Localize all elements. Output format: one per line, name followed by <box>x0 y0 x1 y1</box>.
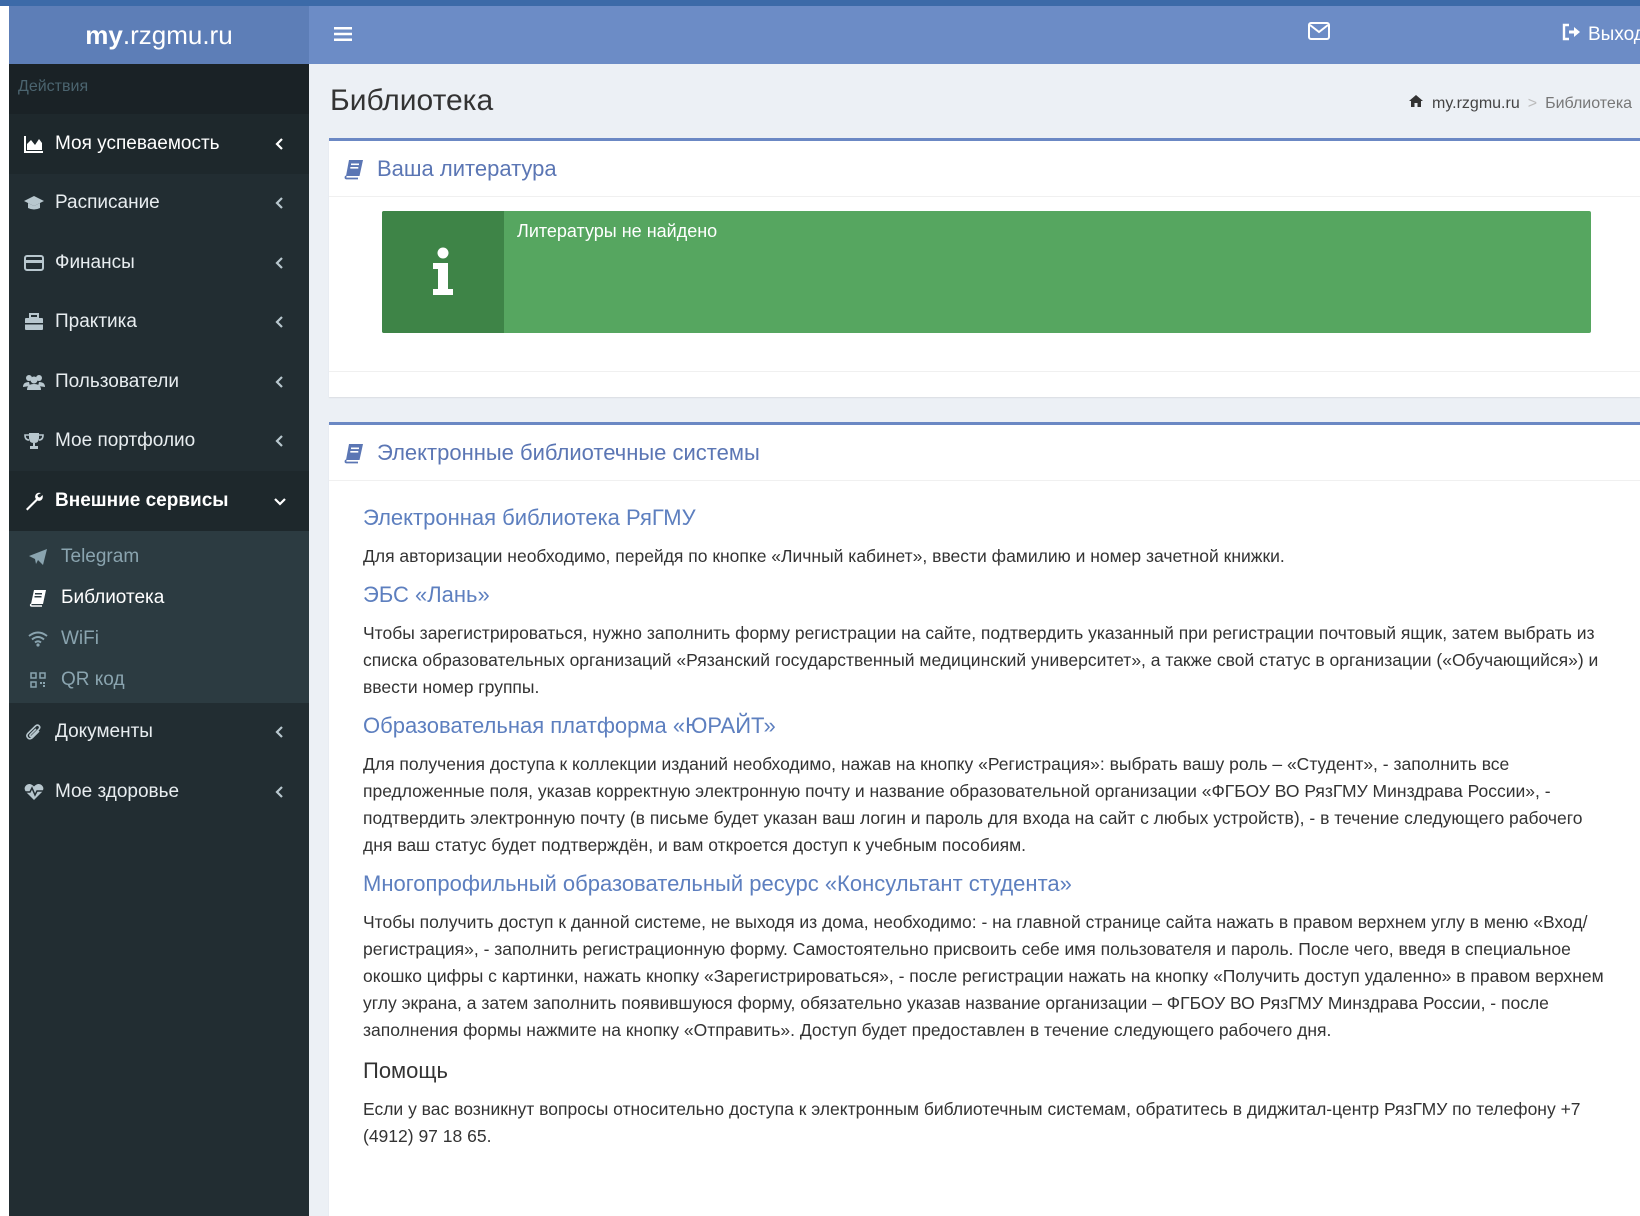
app-root: my .rzgmu.ru Выход Действия Моя успеваемо… <box>0 0 1640 1216</box>
sidebar-item-label: Мое портфолио <box>55 430 196 452</box>
subitem-label: Telegram <box>61 546 140 567</box>
hamburger-menu-icon[interactable] <box>329 20 357 48</box>
wifi-icon <box>27 628 49 650</box>
sidebar-item-practice[interactable]: Практика <box>9 293 309 353</box>
book-icon <box>344 159 363 179</box>
book-icon <box>27 587 49 609</box>
wrench-icon <box>23 490 45 512</box>
top-navbar: Выход <box>309 6 1640 64</box>
qrcode-icon <box>27 669 49 691</box>
literature-box-header: Ваша литература <box>329 141 1640 197</box>
library-desc-student-consultant: Чтобы получить доступ к данной системе, … <box>363 912 1604 1040</box>
sidebar-item-documents[interactable]: Документы <box>9 703 309 763</box>
paperclip-icon <box>23 721 45 743</box>
chevron-down-icon <box>274 497 286 506</box>
library-desc-urait: Для получения доступа к коллекции издани… <box>363 754 1583 855</box>
logout-button[interactable]: Выход <box>1562 20 1640 50</box>
window-left-strip <box>0 6 9 1216</box>
sidebar-header: Действия <box>9 64 309 114</box>
chevron-left-icon <box>275 316 283 329</box>
sidebar-item-portfolio[interactable]: Мое портфолио <box>9 412 309 472</box>
chevron-left-icon <box>275 726 283 739</box>
graduation-cap-icon <box>23 192 45 214</box>
sidebar-subitem-qr[interactable]: QR код <box>9 660 309 701</box>
chevron-left-icon <box>275 375 283 388</box>
box-footer-divider <box>329 371 1640 372</box>
sidebar-item-external-services[interactable]: Внешние сервисы <box>9 471 309 531</box>
library-systems-box-header: Электронные библиотечные системы <box>329 425 1640 481</box>
sidebar-item-label: Мое здоровье <box>55 780 180 802</box>
library-desc-rzgmu: Для авторизации необходимо, перейдя по к… <box>363 546 1285 566</box>
library-systems-box-title: Электронные библиотечные системы <box>377 439 760 465</box>
sidebar-item-users[interactable]: Пользователи <box>9 352 309 412</box>
chevron-left-icon <box>275 137 283 150</box>
sidebar: Действия Моя успеваемость Расписание Фин… <box>9 64 309 1216</box>
chevron-left-icon <box>275 197 283 210</box>
external-services-submenu: Telegram Библиотека WiFi QR код <box>9 530 309 703</box>
help-heading: Помощь <box>363 1058 448 1083</box>
chart-area-icon <box>23 133 45 155</box>
logo-rest-text: .rzgmu.ru <box>122 19 233 50</box>
breadcrumb-separator: > <box>1527 94 1538 112</box>
subitem-label: QR код <box>61 669 125 690</box>
heartbeat-icon <box>23 781 45 803</box>
home-icon <box>1408 94 1424 113</box>
sidebar-subitem-telegram[interactable]: Telegram <box>9 537 309 578</box>
users-icon <box>23 371 45 393</box>
logout-label: Выход <box>1588 24 1640 45</box>
sidebar-item-label: Расписание <box>55 192 160 214</box>
literature-box-title: Ваша литература <box>377 155 557 181</box>
sidebar-item-label: Моя успеваемость <box>55 132 220 154</box>
subitem-label: Библиотека <box>61 587 165 608</box>
breadcrumb-home-link[interactable]: my.rzgmu.ru <box>1432 95 1520 113</box>
sidebar-item-health[interactable]: Мое здоровье <box>9 762 309 822</box>
briefcase-icon <box>23 311 45 333</box>
callout-message: Литературы не найдено <box>517 221 718 241</box>
sidebar-item-schedule[interactable]: Расписание <box>9 174 309 234</box>
sign-out-icon <box>1562 23 1582 47</box>
chevron-left-icon <box>275 256 283 269</box>
library-desc-lan: Чтобы зарегистрироваться, нужно заполнит… <box>363 623 1599 697</box>
help-text: Если у вас возникнут вопросы относительн… <box>363 1099 1581 1146</box>
credit-card-icon <box>23 252 45 274</box>
library-link-student-consultant[interactable]: Многопрофильный образовательный ресурс «… <box>363 871 1606 897</box>
sidebar-item-finance[interactable]: Финансы <box>9 233 309 293</box>
info-icon <box>382 211 504 333</box>
library-link-urait[interactable]: Образовательная платформа «ЮРАЙТ» <box>363 713 1606 739</box>
sidebar-item-label: Практика <box>55 311 137 333</box>
sidebar-item-label: Пользователи <box>55 370 180 392</box>
literature-box: Ваша литература Литературы не найдено <box>329 138 1640 397</box>
breadcrumb-current: Библиотека <box>1545 94 1633 112</box>
sidebar-item-label: Финансы <box>55 251 135 273</box>
telegram-icon <box>27 546 49 568</box>
sidebar-subitem-library[interactable]: Библиотека <box>9 578 309 619</box>
library-link-rzgmu[interactable]: Электронная библиотека РяГМУ <box>363 505 1606 531</box>
page-title: Библиотека <box>330 84 494 117</box>
sidebar-item-label: Внешние сервисы <box>55 489 229 511</box>
chevron-left-icon <box>275 435 283 448</box>
breadcrumb: my.rzgmu.ru > Библиотека <box>1408 94 1632 113</box>
envelope-icon[interactable] <box>1308 22 1332 46</box>
subitem-label: WiFi <box>61 628 99 649</box>
logo-bold-text: my <box>85 19 123 50</box>
no-literature-callout: Литературы не найдено <box>382 211 1591 333</box>
sidebar-subitem-wifi[interactable]: WiFi <box>9 619 309 660</box>
library-systems-box: Электронные библиотечные системы Электро… <box>329 422 1640 1216</box>
chevron-left-icon <box>275 785 283 798</box>
library-systems-body: Электронная библиотека РяГМУ Для авториз… <box>329 481 1640 1150</box>
sidebar-item-performance[interactable]: Моя успеваемость <box>9 114 309 174</box>
site-logo[interactable]: my .rzgmu.ru <box>9 6 309 64</box>
sidebar-item-label: Документы <box>55 721 153 743</box>
trophy-icon <box>23 430 45 452</box>
library-link-lan[interactable]: ЭБС «Лань» <box>363 582 1606 608</box>
book-icon <box>344 443 363 463</box>
